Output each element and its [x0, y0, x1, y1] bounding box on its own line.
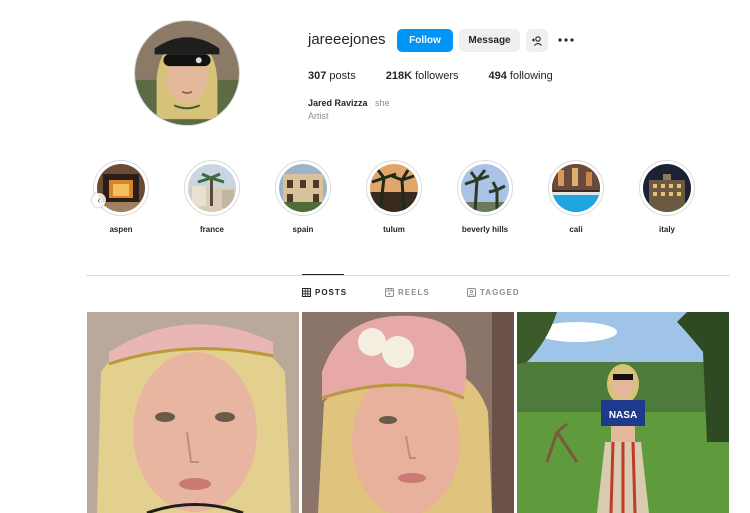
- tab-reels[interactable]: REELS: [385, 288, 430, 297]
- highlight-cover: [548, 160, 604, 216]
- highlight-cover: [275, 160, 331, 216]
- highlight-cover: [184, 160, 240, 216]
- highlight-cali[interactable]: cali: [546, 160, 606, 234]
- tabs-divider: [86, 275, 730, 276]
- highlight-label: cali: [569, 225, 583, 234]
- post-thumbnail[interactable]: [302, 312, 514, 513]
- highlight-label: france: [199, 225, 224, 234]
- profile-pronoun: she: [375, 98, 390, 108]
- grid-icon: [302, 288, 311, 297]
- posts-count: 307 posts: [308, 70, 356, 82]
- tab-posts[interactable]: POSTS: [302, 288, 347, 297]
- suggested-accounts-button[interactable]: [526, 29, 548, 52]
- tab-label: TAGGED: [480, 288, 520, 297]
- profile-username: jareeejones: [308, 31, 386, 48]
- highlight-label: aspen: [109, 225, 133, 234]
- post-image: [302, 312, 514, 513]
- post-image: NASA: [517, 312, 729, 513]
- highlight-spain[interactable]: spain: [273, 160, 333, 234]
- highlight-label: tulum: [383, 225, 405, 234]
- pool-image: [552, 164, 600, 212]
- highlight-label: beverly hills: [461, 225, 509, 234]
- post-image: [87, 312, 299, 513]
- more-horizontal-icon: [558, 38, 574, 42]
- highlights-previous-button[interactable]: ‹: [92, 193, 106, 207]
- tagged-icon: [467, 288, 476, 297]
- highlight-cover: [639, 160, 695, 216]
- palm-trees-image: [461, 164, 509, 212]
- add-person-icon: [532, 35, 542, 46]
- message-button[interactable]: Message: [459, 29, 520, 52]
- hotel-night-image: [643, 164, 691, 212]
- tab-label: REELS: [398, 288, 430, 297]
- highlight-label: italy: [658, 225, 675, 234]
- palm-street-image: [188, 164, 236, 212]
- highlight-tulum[interactable]: tulum: [364, 160, 424, 234]
- highlight-cover: [93, 160, 149, 216]
- building-image: [279, 164, 327, 212]
- more-options-button[interactable]: [556, 31, 576, 49]
- fireplace-image: [97, 164, 145, 212]
- palm-sunset-image: [370, 164, 418, 212]
- active-tab-indicator: [302, 274, 344, 275]
- profile-category: Artist: [308, 111, 329, 121]
- highlight-italy[interactable]: italy: [637, 160, 697, 234]
- reels-icon: [385, 288, 394, 297]
- chevron-left-icon: ‹: [97, 195, 101, 205]
- followers-count[interactable]: 218K followers: [386, 70, 459, 82]
- profile-stats: 307 posts 218K followers 494 following: [308, 70, 583, 82]
- svg-text:NASA: NASA: [609, 410, 637, 421]
- highlight-cover: [457, 160, 513, 216]
- following-count[interactable]: 494 following: [488, 70, 552, 82]
- highlight-beverly-hills[interactable]: beverly hills: [455, 160, 515, 234]
- highlight-france[interactable]: france: [182, 160, 242, 234]
- follow-button[interactable]: Follow: [397, 29, 453, 52]
- tab-tagged[interactable]: TAGGED: [467, 288, 520, 297]
- post-thumbnail[interactable]: NASA: [517, 312, 729, 513]
- post-thumbnail[interactable]: [87, 312, 299, 513]
- profile-avatar[interactable]: [134, 20, 240, 126]
- tab-label: POSTS: [315, 288, 348, 297]
- profile-full-name: Jared Ravizza: [308, 98, 368, 108]
- highlight-label: spain: [292, 225, 314, 234]
- highlight-cover: [366, 160, 422, 216]
